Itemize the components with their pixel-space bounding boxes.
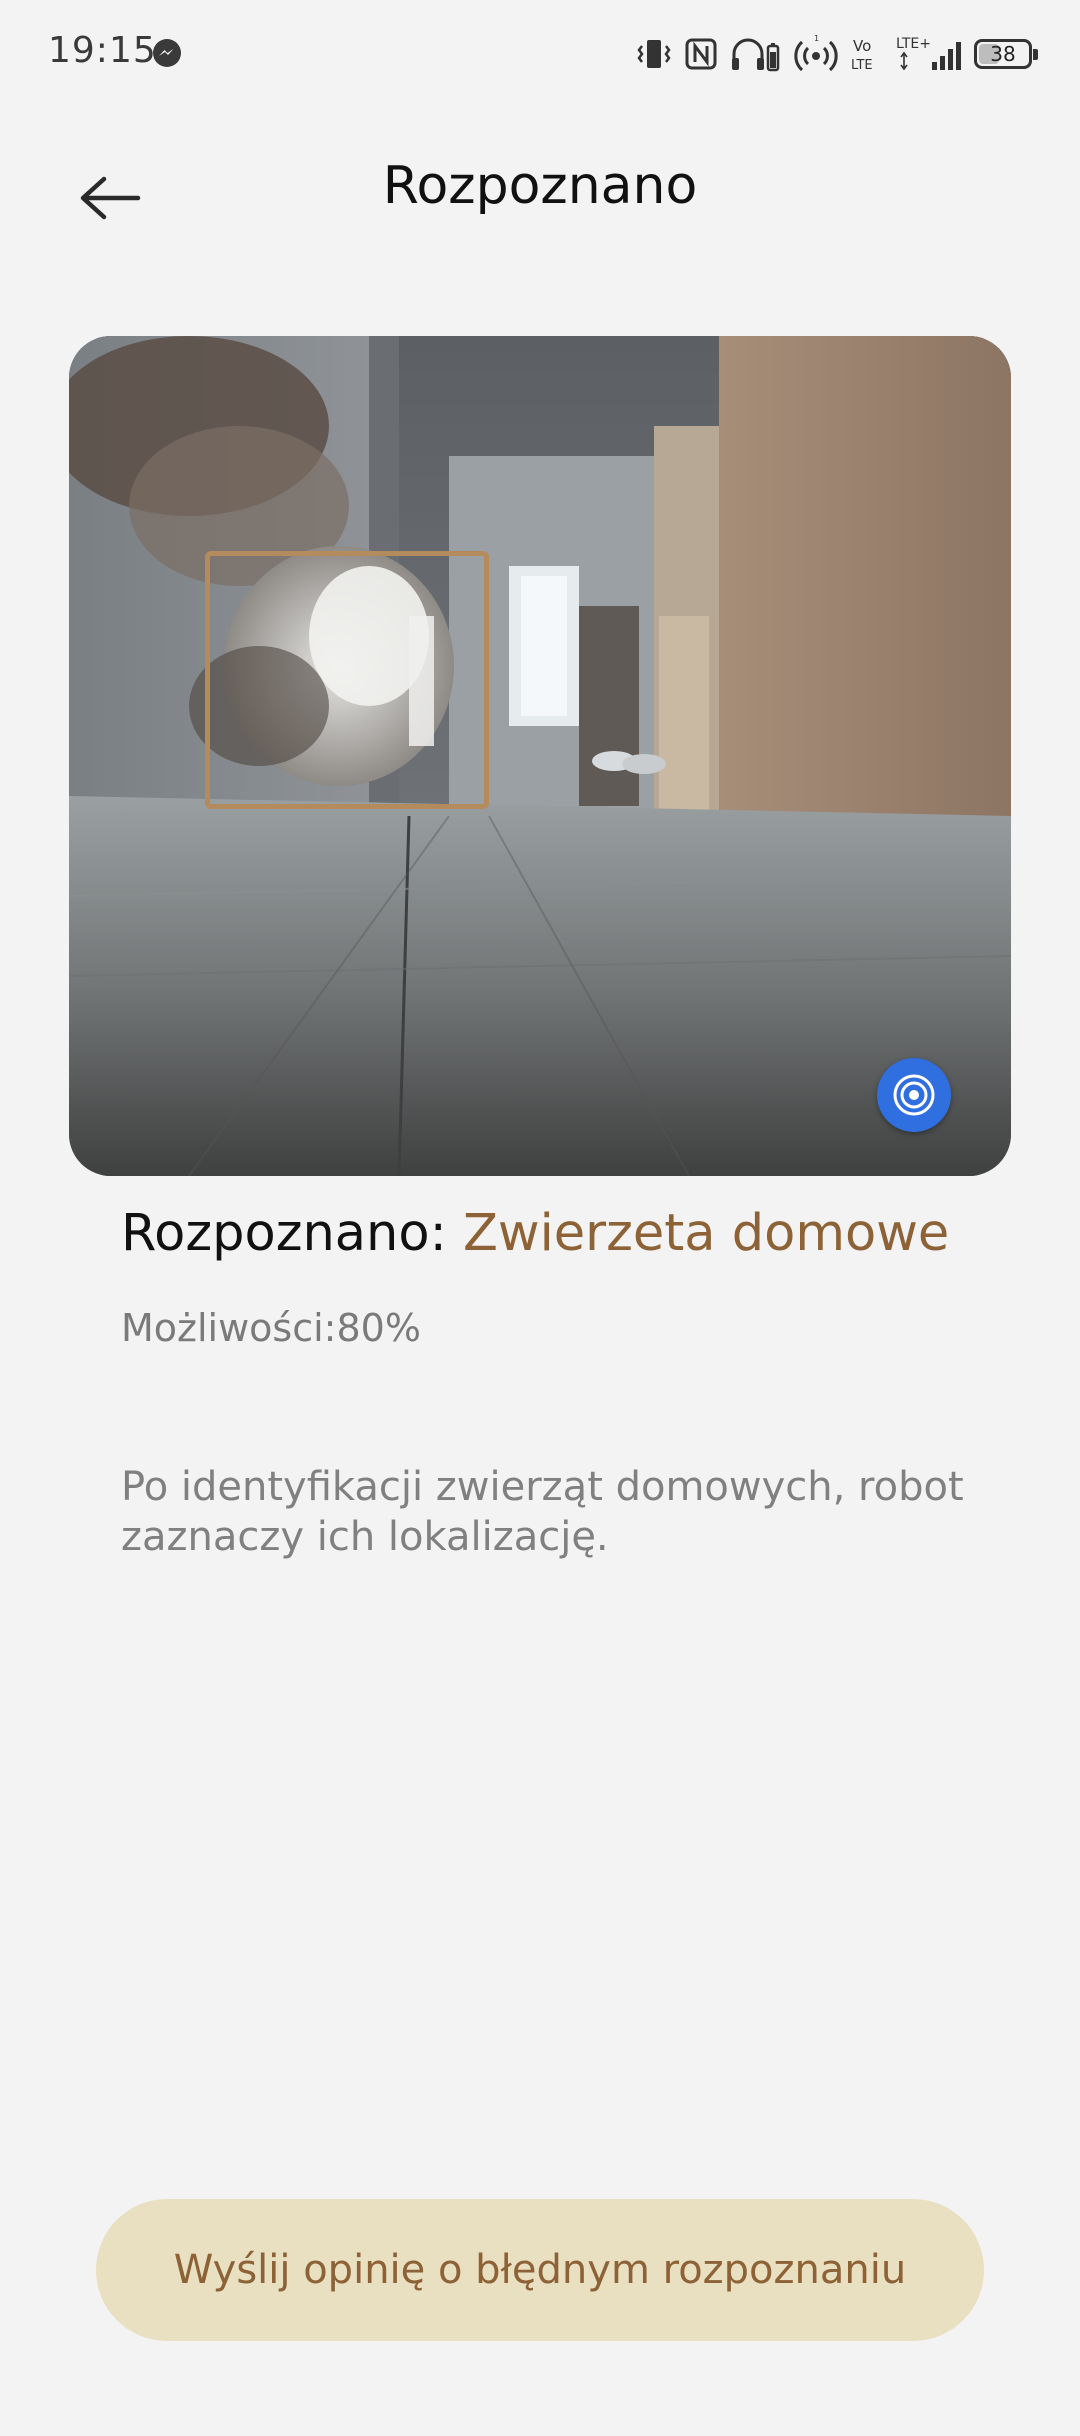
recognition-photo [69, 336, 1011, 1176]
battery-level: 38 [990, 42, 1016, 66]
svg-text:1: 1 [814, 34, 819, 43]
nfc-icon [685, 38, 717, 70]
svg-text:LTE+: LTE+ [896, 36, 931, 52]
svg-text:LTE: LTE [851, 58, 873, 73]
status-time: 19:15 [48, 30, 157, 71]
volte-icon: Vo LTE [851, 37, 873, 73]
recognition-result: Rozpoznano: Zwierzeta domowe [121, 1204, 949, 1263]
result-value: Zwierzeta domowe [462, 1204, 950, 1263]
messenger-icon [153, 39, 181, 67]
result-label: Rozpoznano: [121, 1204, 463, 1263]
target-button[interactable] [877, 1058, 951, 1132]
svg-text:Vo: Vo [853, 37, 871, 55]
probability-text: Możliwości:80% [121, 1306, 421, 1350]
header: Rozpoznano [0, 108, 1080, 268]
hotspot-icon: 1 [794, 34, 838, 72]
detection-box [205, 551, 489, 809]
screen: 19:15 1 Vo LTE LTE+ 38 Rozpoznano Rozpoz… [0, 0, 1080, 2436]
status-bar: 19:15 1 Vo LTE LTE+ 38 [0, 0, 1080, 108]
target-icon [893, 1074, 935, 1116]
lte-signal-icon: LTE+ [896, 36, 961, 71]
vibrate-icon [637, 40, 671, 68]
headphones-icon [732, 38, 780, 72]
page-title: Rozpoznano [382, 156, 698, 216]
battery-icon: 38 [974, 39, 1038, 69]
send-feedback-button[interactable]: Wyślij opinię o błędnym rozpoznaniu [96, 2199, 984, 2341]
status-icons: 1 Vo LTE LTE+ 38 [636, 32, 1038, 76]
description-text: Po identyfikacji zwierząt domowych, robo… [121, 1464, 964, 1560]
